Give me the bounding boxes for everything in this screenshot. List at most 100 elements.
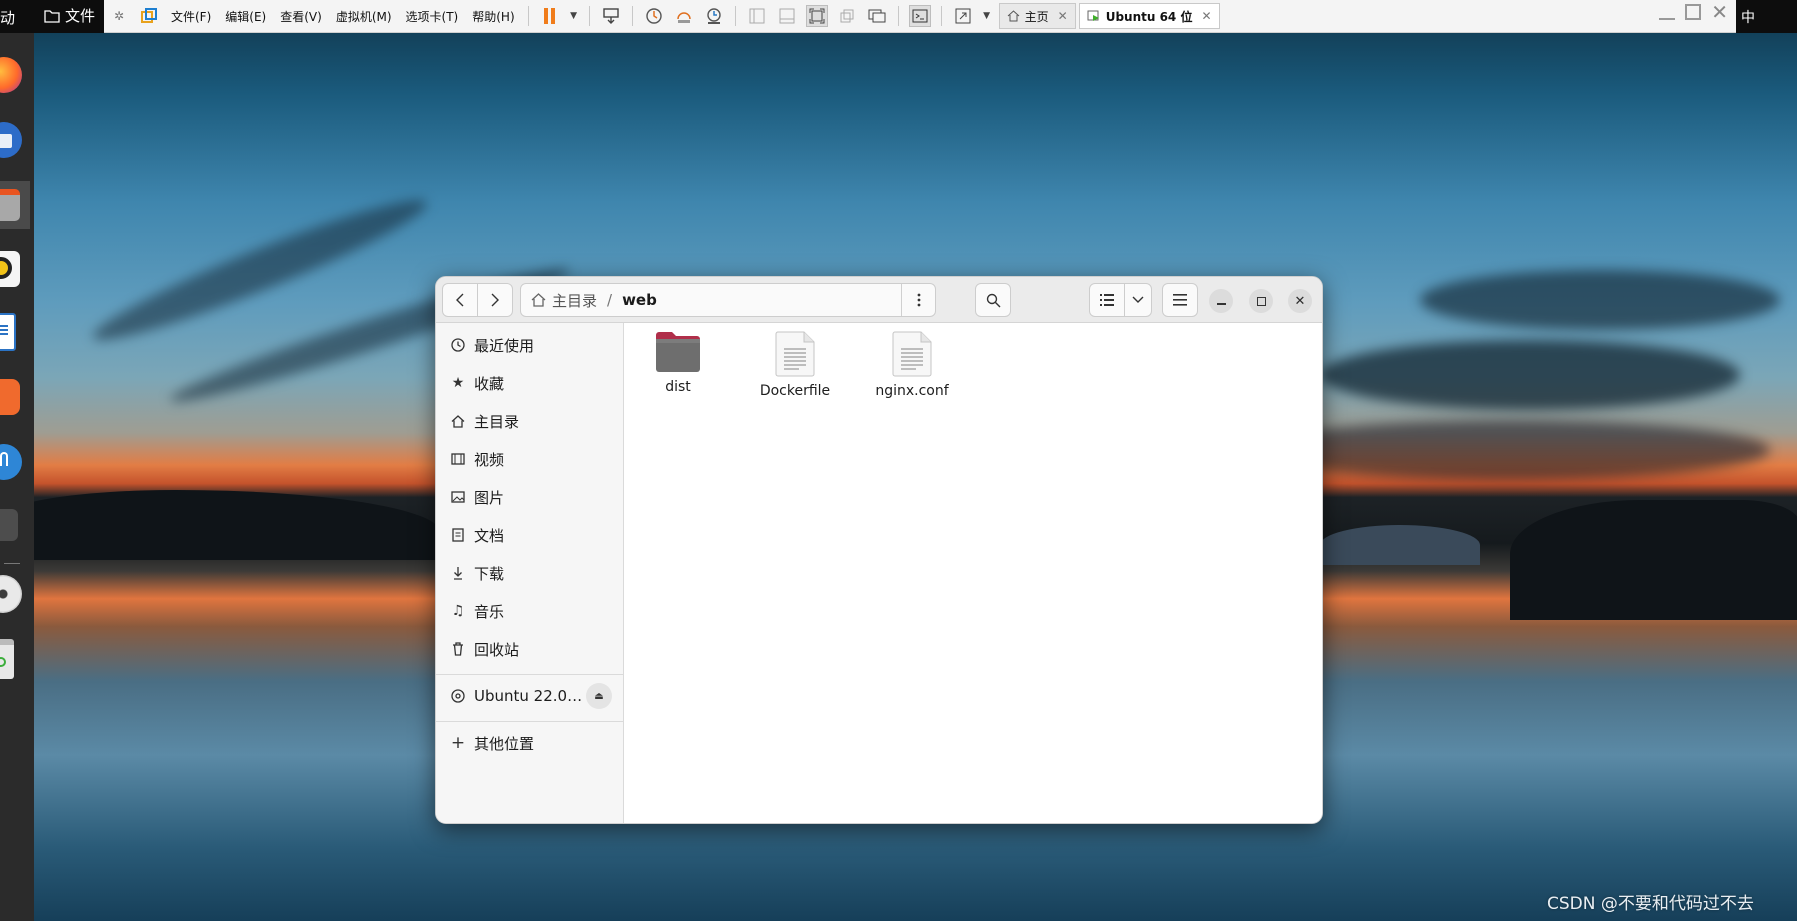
sidebar-item-recent[interactable]: 最近使用 xyxy=(436,328,624,362)
unity-mode-icon[interactable] xyxy=(836,5,858,27)
sidebar-item-trash[interactable]: 回收站 xyxy=(436,632,624,666)
tab-home[interactable]: 主页 ✕ xyxy=(998,3,1076,29)
dock-firefox[interactable] xyxy=(0,53,30,101)
terminal-icon[interactable] xyxy=(908,5,931,27)
revert-snapshot-icon[interactable] xyxy=(673,5,695,27)
minimize-icon[interactable] xyxy=(1659,4,1676,20)
close-icon: ✕ xyxy=(1294,293,1306,309)
sidebar-separator xyxy=(436,721,624,722)
console-view-icon[interactable] xyxy=(866,5,888,27)
sidebar-item-pictures[interactable]: 图片 xyxy=(436,480,624,514)
close-button[interactable]: ✕ xyxy=(1288,289,1312,313)
file-name: nginx.conf xyxy=(875,383,949,399)
fullscreen-icon[interactable] xyxy=(805,5,828,27)
document-icon xyxy=(449,528,467,542)
sidebar-item-documents[interactable]: 文档 xyxy=(436,518,624,552)
sidebar-item-music[interactable]: ♫ 音乐 xyxy=(436,594,624,628)
send-ctrl-alt-del-icon[interactable] xyxy=(600,5,622,27)
sidebar-item-starred[interactable]: ★ 收藏 xyxy=(436,366,624,400)
pin-icon[interactable]: ✲ xyxy=(108,5,130,27)
host-taskbar-right: 中 xyxy=(1736,0,1797,33)
back-button[interactable] xyxy=(442,283,478,317)
snapshot-manager-icon[interactable] xyxy=(703,5,725,27)
close-icon[interactable]: ✕ xyxy=(1201,9,1211,23)
host-activities-label[interactable]: 动 xyxy=(0,7,15,28)
ubuntu-dock xyxy=(0,33,34,921)
clock-icon xyxy=(449,338,467,352)
menu-file[interactable]: 文件(F) xyxy=(171,8,211,25)
trash-icon xyxy=(449,642,467,656)
host-files-button[interactable]: 文件 xyxy=(44,5,95,26)
chevron-down-icon[interactable]: ▼ xyxy=(569,5,579,27)
menu-edit[interactable]: 编辑(E) xyxy=(225,8,266,25)
file-item-dist[interactable]: dist xyxy=(628,331,728,395)
ime-indicator[interactable]: 中 xyxy=(1741,10,1755,26)
path-current[interactable]: web xyxy=(622,291,657,309)
view-options-button[interactable] xyxy=(1124,283,1152,317)
maximize-icon xyxy=(1256,296,1266,306)
terminal-app-icon xyxy=(0,509,18,541)
close-icon[interactable]: ✕ xyxy=(1058,9,1068,23)
toolbar-separator xyxy=(940,6,942,26)
eject-icon[interactable]: ⏏ xyxy=(586,683,612,709)
thunderbird-envelope-icon xyxy=(0,134,12,148)
close-icon[interactable]: ✕ xyxy=(1711,2,1728,22)
file-item-dockerfile[interactable]: Dockerfile xyxy=(745,331,845,399)
minimize-icon xyxy=(1216,303,1226,305)
menu-vm[interactable]: 虚拟机(M) xyxy=(336,8,392,25)
toolbar-separator xyxy=(527,6,529,26)
folder-icon xyxy=(44,9,60,23)
sidebar-item-home[interactable]: 主目录 xyxy=(436,404,624,438)
view-sidebar-icon[interactable] xyxy=(746,5,768,27)
home-icon xyxy=(449,414,467,428)
stretch-guest-icon[interactable] xyxy=(952,5,974,27)
maximize-icon[interactable] xyxy=(1685,4,1702,20)
dock-app-center[interactable] xyxy=(0,375,30,423)
sidebar-item-label: Ubuntu 22.0… xyxy=(474,687,583,705)
dock-help[interactable] xyxy=(0,440,30,488)
list-view-button[interactable] xyxy=(1089,283,1125,317)
menu-view[interactable]: 查看(V) xyxy=(280,8,322,25)
sidebar-item-ubuntu-disc[interactable]: Ubuntu 22.0… ⏏ xyxy=(436,679,624,713)
dock-writer[interactable] xyxy=(0,311,30,359)
forward-button[interactable] xyxy=(477,283,513,317)
dock-trash[interactable] xyxy=(0,637,30,685)
view-thumbnail-bar-icon[interactable] xyxy=(776,5,798,27)
sidebar-item-downloads[interactable]: 下载 xyxy=(436,556,624,590)
chevron-down-icon[interactable]: ▼ xyxy=(982,5,992,27)
maximize-button[interactable] xyxy=(1249,289,1273,313)
home-icon xyxy=(1007,10,1019,22)
dock-disc[interactable] xyxy=(0,571,30,619)
picture-icon xyxy=(449,491,467,503)
vm-running-icon xyxy=(1087,10,1099,21)
minimize-button[interactable] xyxy=(1209,289,1233,313)
pause-icon[interactable] xyxy=(539,5,561,27)
menu-tabs[interactable]: 选项卡(T) xyxy=(406,8,459,25)
file-name: Dockerfile xyxy=(759,383,831,399)
host-taskbar-left: 动 文件 xyxy=(0,0,104,33)
dock-rhythmbox[interactable] xyxy=(0,247,30,295)
snapshot-icon[interactable] xyxy=(643,5,665,27)
file-item-nginx-conf[interactable]: nginx.conf xyxy=(862,331,962,399)
toolbar-separator xyxy=(897,6,899,26)
tab-ubuntu[interactable]: Ubuntu 64 位 ✕ xyxy=(1078,3,1220,29)
path-menu-button[interactable] xyxy=(901,284,935,316)
menu-help[interactable]: 帮助(H) xyxy=(472,8,514,25)
sidebar-item-videos[interactable]: 视频 xyxy=(436,442,624,476)
sidebar-item-label: 文档 xyxy=(474,526,505,545)
sidebar-item-label: 主目录 xyxy=(474,412,520,431)
dock-thunderbird[interactable] xyxy=(0,118,30,166)
watermark-text: CSDN @不要和代码过不去 xyxy=(1547,894,1754,914)
vmware-window-controls: ✕ xyxy=(1659,2,1728,22)
path-bar[interactable]: 主目录 / web xyxy=(520,283,936,317)
music-icon: ♫ xyxy=(451,603,465,619)
dock-terminal[interactable] xyxy=(0,503,30,551)
main-menu-button[interactable] xyxy=(1162,283,1198,317)
sidebar-item-label: 视频 xyxy=(474,450,505,469)
dock-files[interactable] xyxy=(0,181,30,229)
sidebar-item-other-locations[interactable]: + 其他位置 xyxy=(436,726,624,760)
search-button[interactable] xyxy=(975,283,1011,317)
path-root[interactable]: 主目录 xyxy=(552,290,597,311)
writer-lines-icon xyxy=(0,325,8,337)
sidebar-item-label: 回收站 xyxy=(474,640,520,659)
